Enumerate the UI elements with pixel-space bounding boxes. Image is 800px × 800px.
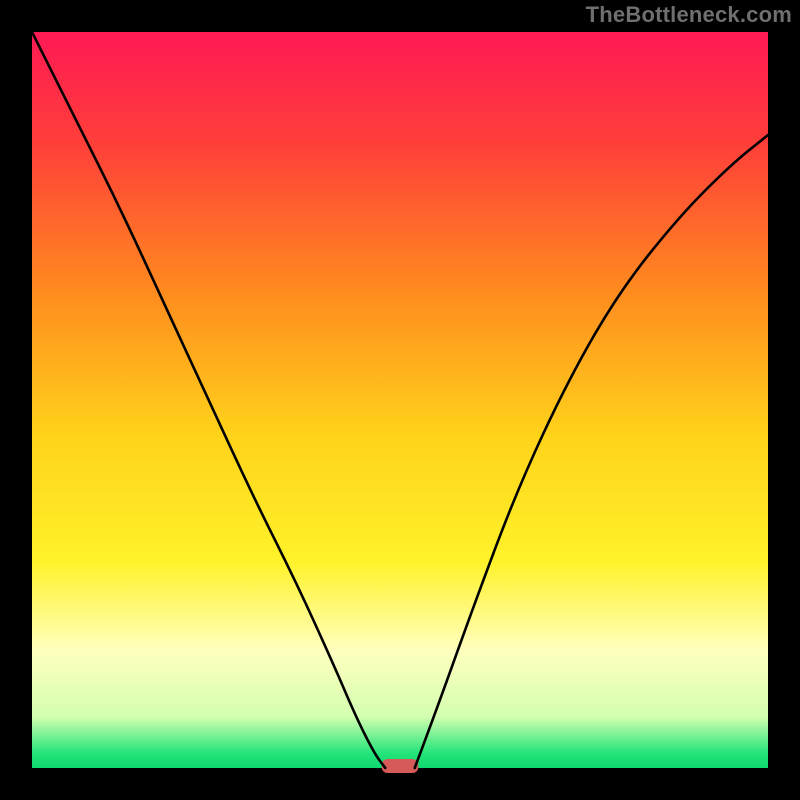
stage: TheBottleneck.com [0,0,800,800]
bottleneck-chart [0,0,800,800]
gradient-plot-area [32,32,768,768]
watermark-label: TheBottleneck.com [586,2,792,28]
bottleneck-marker [382,759,419,773]
